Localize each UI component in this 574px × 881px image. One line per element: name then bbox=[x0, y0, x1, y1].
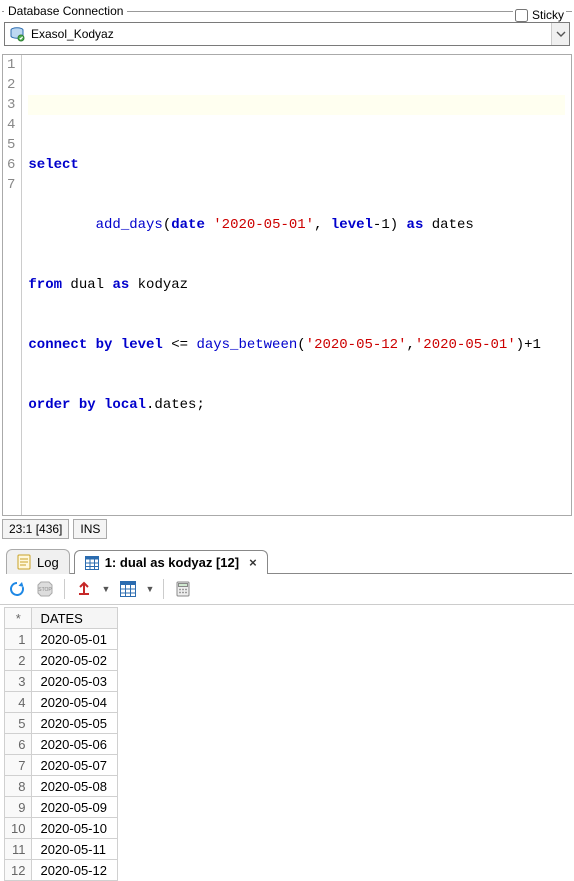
table-row[interactable]: 122020-05-12 bbox=[5, 860, 118, 881]
table-row[interactable]: 82020-05-08 bbox=[5, 776, 118, 797]
table-row[interactable]: 32020-05-03 bbox=[5, 671, 118, 692]
cell-dates[interactable]: 2020-05-07 bbox=[32, 755, 118, 776]
log-icon bbox=[17, 554, 31, 570]
cell-dates[interactable]: 2020-05-02 bbox=[32, 650, 118, 671]
cell-dates[interactable]: 2020-05-10 bbox=[32, 818, 118, 839]
column-header-dates[interactable]: DATES bbox=[32, 608, 118, 629]
results-table[interactable]: * DATES 12020-05-0122020-05-0232020-05-0… bbox=[4, 607, 118, 881]
cell-dates[interactable]: 2020-05-04 bbox=[32, 692, 118, 713]
corner-cell[interactable]: * bbox=[5, 608, 32, 629]
row-number: 12 bbox=[5, 860, 32, 881]
connection-dropdown[interactable]: Exasol_Kodyaz bbox=[4, 22, 570, 46]
table-row[interactable]: 72020-05-07 bbox=[5, 755, 118, 776]
row-number: 10 bbox=[5, 818, 32, 839]
row-number: 11 bbox=[5, 839, 32, 860]
results-toolbar: STOP ▼ ▼ bbox=[0, 574, 574, 605]
svg-text:STOP: STOP bbox=[38, 587, 52, 593]
refresh-button[interactable] bbox=[6, 578, 28, 600]
row-number: 8 bbox=[5, 776, 32, 797]
tab-log[interactable]: Log bbox=[6, 549, 70, 574]
cell-dates[interactable]: 2020-05-05 bbox=[32, 713, 118, 734]
row-number: 2 bbox=[5, 650, 32, 671]
cursor-position: 23:1 [436] bbox=[2, 519, 69, 539]
row-number: 9 bbox=[5, 797, 32, 818]
row-number: 6 bbox=[5, 734, 32, 755]
stop-button[interactable]: STOP bbox=[34, 578, 56, 600]
cell-dates[interactable]: 2020-05-01 bbox=[32, 629, 118, 650]
database-connection-legend: Database Connection bbox=[4, 4, 127, 18]
close-icon[interactable]: × bbox=[249, 555, 257, 570]
row-number: 3 bbox=[5, 671, 32, 692]
table-row[interactable]: 62020-05-06 bbox=[5, 734, 118, 755]
grid-view-button[interactable] bbox=[117, 578, 139, 600]
row-number: 5 bbox=[5, 713, 32, 734]
cell-dates[interactable]: 2020-05-12 bbox=[32, 860, 118, 881]
cell-dates[interactable]: 2020-05-11 bbox=[32, 839, 118, 860]
connection-name: Exasol_Kodyaz bbox=[27, 27, 551, 41]
grid-dropdown-arrow[interactable]: ▼ bbox=[145, 584, 155, 594]
insert-mode: INS bbox=[73, 519, 107, 539]
sticky-label: Sticky bbox=[532, 8, 564, 22]
table-row[interactable]: 42020-05-04 bbox=[5, 692, 118, 713]
cell-dates[interactable]: 2020-05-09 bbox=[32, 797, 118, 818]
chevron-down-icon[interactable] bbox=[551, 23, 569, 45]
tab-log-label: Log bbox=[37, 555, 59, 570]
row-number: 7 bbox=[5, 755, 32, 776]
sql-editor[interactable]: 1234567 select add_days(date '2020-05-01… bbox=[2, 54, 572, 516]
export-dropdown-arrow[interactable]: ▼ bbox=[101, 584, 111, 594]
row-number: 4 bbox=[5, 692, 32, 713]
cell-dates[interactable]: 2020-05-03 bbox=[32, 671, 118, 692]
result-tabs: Log 1: dual as kodyaz [12] × bbox=[6, 548, 572, 574]
table-row[interactable]: 12020-05-01 bbox=[5, 629, 118, 650]
editor-content[interactable]: select add_days(date '2020-05-01', level… bbox=[22, 55, 571, 515]
export-button[interactable] bbox=[73, 578, 95, 600]
grid-icon bbox=[85, 556, 99, 570]
tab-result[interactable]: 1: dual as kodyaz [12] × bbox=[74, 550, 268, 574]
database-connection-group: Database Connection Sticky Exasol_Kodyaz bbox=[2, 4, 572, 52]
sticky-option[interactable]: Sticky bbox=[513, 8, 566, 22]
editor-status-bar: 23:1 [436] INS bbox=[0, 516, 574, 542]
table-row[interactable]: 92020-05-09 bbox=[5, 797, 118, 818]
cell-dates[interactable]: 2020-05-06 bbox=[32, 734, 118, 755]
table-row[interactable]: 52020-05-05 bbox=[5, 713, 118, 734]
table-row[interactable]: 102020-05-10 bbox=[5, 818, 118, 839]
cell-dates[interactable]: 2020-05-08 bbox=[32, 776, 118, 797]
database-icon bbox=[7, 24, 27, 44]
row-number: 1 bbox=[5, 629, 32, 650]
table-row[interactable]: 22020-05-02 bbox=[5, 650, 118, 671]
editor-gutter: 1234567 bbox=[3, 55, 22, 515]
table-row[interactable]: 112020-05-11 bbox=[5, 839, 118, 860]
calculator-button[interactable] bbox=[172, 578, 194, 600]
tab-result-label: 1: dual as kodyaz [12] bbox=[105, 555, 239, 570]
sticky-checkbox[interactable] bbox=[515, 9, 528, 22]
